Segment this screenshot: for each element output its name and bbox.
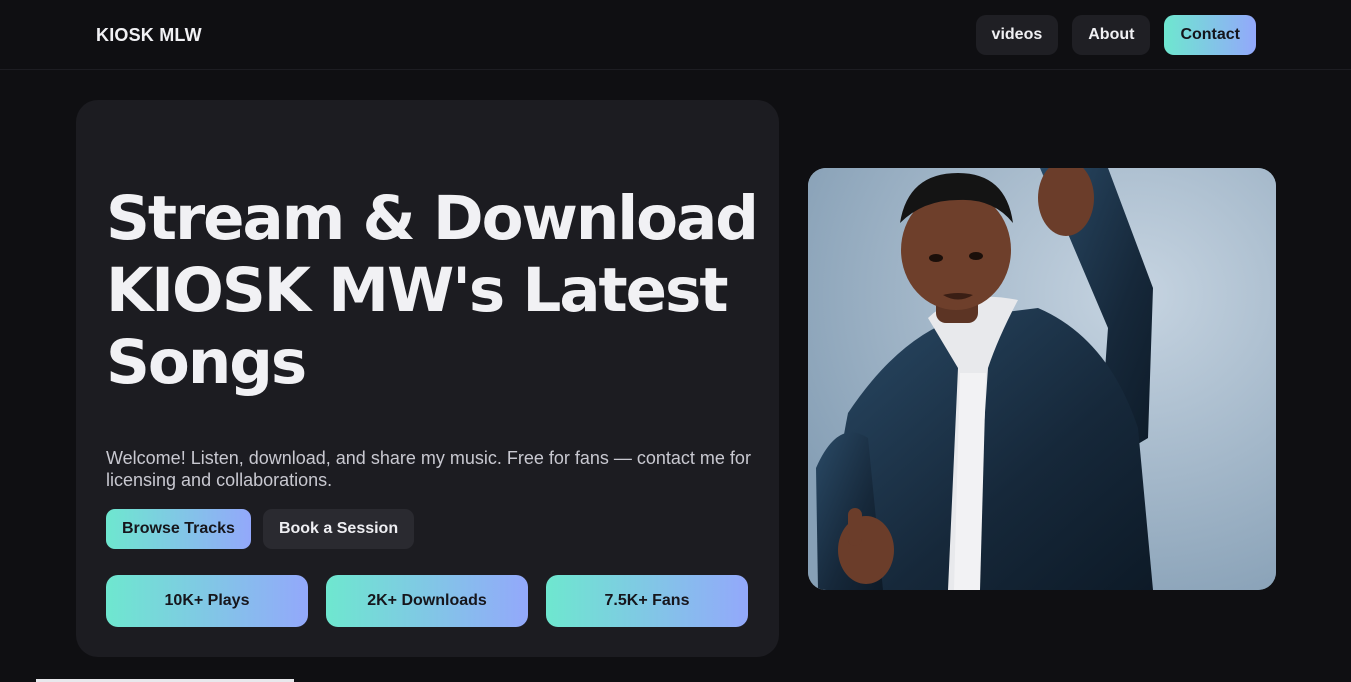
headline-line-1: Stream & Download [106,183,759,254]
book-session-button[interactable]: Book a Session [262,509,415,549]
main-nav: videos About Contact [975,15,1256,55]
browse-tracks-button[interactable]: Browse Tracks [106,509,251,549]
nav-videos-button[interactable]: videos [975,15,1059,55]
stats-row: 10K+ Plays 2K+ Downloads 7.5K+ Fans [106,575,748,627]
stat-fans-badge: 7.5K+ Fans [546,575,748,627]
headline-line-2: KIOSK MW's Latest [106,255,728,326]
headline-line-3: Songs [106,327,307,398]
artist-portrait-illustration [808,168,1276,590]
top-navbar: KIOSK MLW videos About Contact [0,0,1351,70]
hero-headline: Stream & Download KIOSK MW's Latest Song… [106,183,766,399]
stat-downloads-badge: 2K+ Downloads [326,575,528,627]
artist-photo [808,168,1276,590]
hero-subtitle: Welcome! Listen, download, and share my … [106,448,751,490]
stat-plays-badge: 10K+ Plays [106,575,308,627]
hero-actions: Browse Tracks Book a Session [106,509,415,549]
nav-contact-button[interactable]: Contact [1164,15,1256,55]
brand-logo[interactable]: KIOSK MLW [96,25,202,46]
nav-about-button[interactable]: About [1072,15,1151,55]
